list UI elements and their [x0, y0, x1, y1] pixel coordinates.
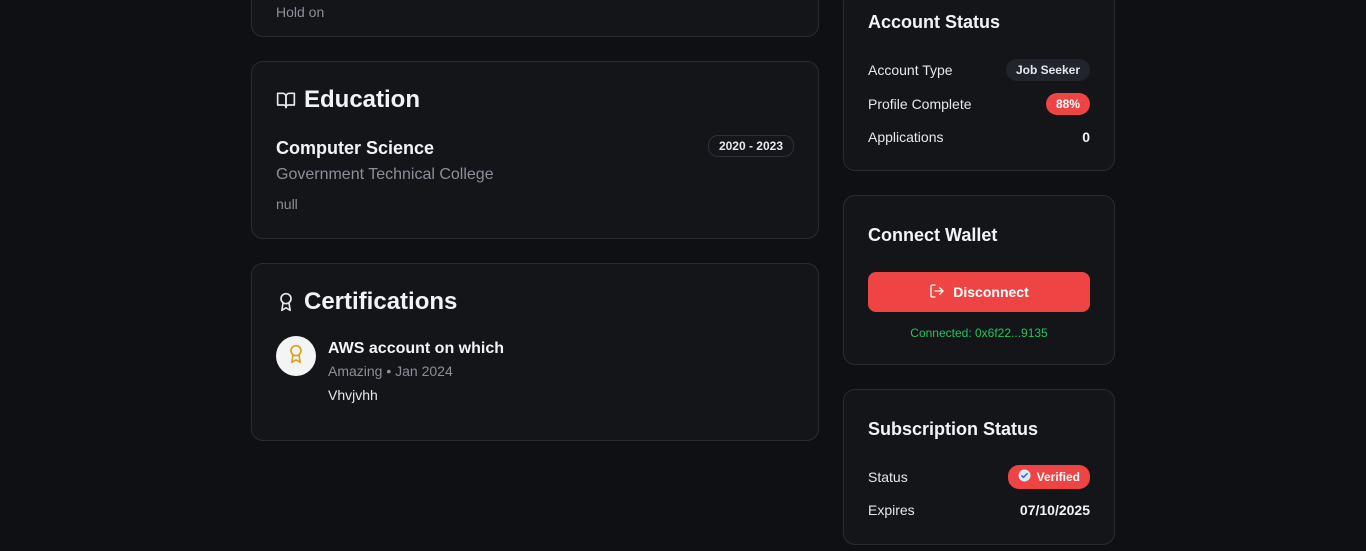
account-type-row: Account Type Job Seeker — [868, 58, 1090, 82]
disconnect-button-label: Disconnect — [953, 284, 1029, 300]
award-icon — [276, 292, 296, 312]
education-years-badge: 2020 - 2023 — [707, 135, 794, 157]
connect-wallet-title: Connect Wallet — [868, 225, 998, 245]
applications-count: 0 — [1082, 129, 1090, 145]
certificate-meta: Amazing • Jan 2024 — [328, 363, 453, 379]
award-icon — [286, 344, 306, 369]
verified-badge-label: Verified — [1036, 470, 1080, 484]
book-open-icon — [276, 90, 296, 110]
connect-wallet-card: Connect Wallet Disconnect Connected: 0x6… — [843, 195, 1115, 365]
certificate-description: Vhvjvhh — [328, 387, 378, 403]
account-status-card: Account Status Account Type Job Seeker P… — [843, 0, 1115, 171]
profile-complete-row: Profile Complete 88% — [868, 92, 1090, 116]
disconnect-button[interactable]: Disconnect — [868, 272, 1090, 312]
check-circle-icon — [1018, 469, 1031, 485]
education-description: null — [276, 196, 298, 212]
log-out-icon — [929, 283, 945, 302]
profile-complete-label: Profile Complete — [868, 96, 972, 112]
previous-section-text: Hold on — [276, 4, 325, 20]
account-type-badge: Job Seeker — [1005, 59, 1090, 81]
verified-badge: Verified — [1007, 465, 1090, 489]
subscription-status-row: Status Verified — [868, 465, 1090, 489]
education-header: Education — [276, 86, 420, 114]
certifications-title: Certifications — [304, 288, 458, 315]
subscription-expires-label: Expires — [868, 502, 915, 518]
education-degree: Computer Science — [276, 138, 435, 158]
certificate-badge — [276, 336, 316, 376]
subscription-status-title: Subscription Status — [868, 419, 1039, 439]
wallet-connected-status: Connected: 0x6f22...9135 — [910, 326, 1048, 340]
previous-section-card: Hold on — [251, 0, 819, 37]
subscription-status-label: Status — [868, 469, 908, 485]
account-type-label: Account Type — [868, 62, 953, 78]
education-school: Government Technical College — [276, 166, 494, 183]
subscription-expires-date: 07/10/2025 — [1019, 502, 1090, 518]
certifications-card: Certifications AWS account on which Amaz… — [251, 263, 819, 441]
profile-complete-badge: 88% — [1045, 93, 1090, 115]
certifications-header: Certifications — [276, 288, 457, 316]
applications-label: Applications — [868, 129, 944, 145]
applications-row: Applications 0 — [868, 125, 1090, 149]
education-title: Education — [304, 86, 421, 113]
certificate-name: AWS account on which — [328, 340, 505, 357]
account-status-title: Account Status — [868, 12, 1001, 32]
subscription-status-card: Subscription Status Status Verified Expi… — [843, 389, 1115, 545]
education-card: Education Computer Science Government Te… — [251, 61, 819, 239]
subscription-expires-row: Expires 07/10/2025 — [868, 498, 1090, 522]
